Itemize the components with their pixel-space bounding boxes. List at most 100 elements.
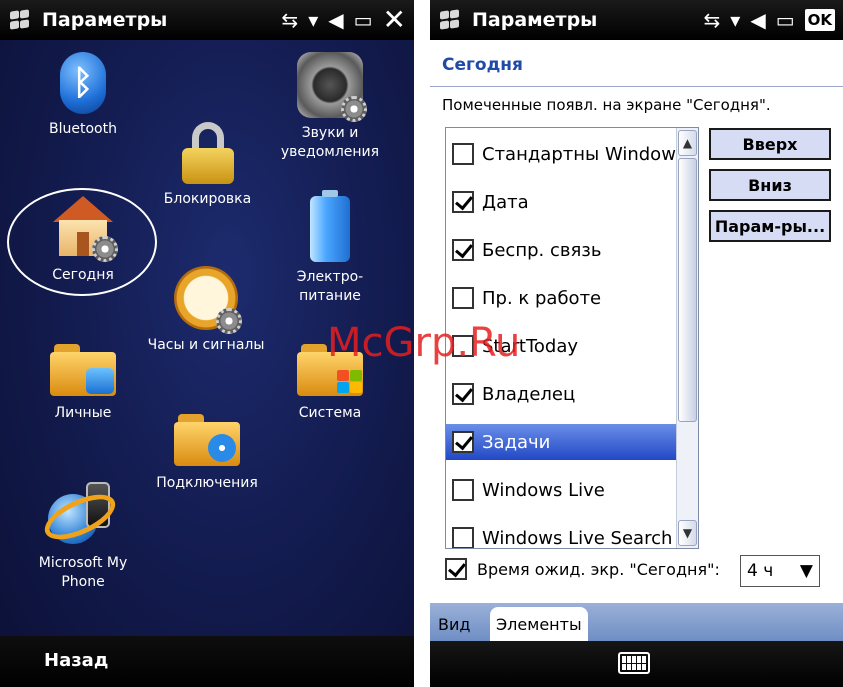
- softkey-bar: [430, 641, 843, 687]
- item-checkbox[interactable]: [452, 143, 474, 165]
- connectivity-icon[interactable]: ⇆: [281, 7, 298, 33]
- lock-item[interactable]: Блокировка: [155, 122, 260, 209]
- keyboard-icon[interactable]: [618, 652, 650, 674]
- item-checkbox[interactable]: [452, 239, 474, 261]
- signal-icon[interactable]: ▾: [308, 7, 318, 33]
- sounds-label-1: Звуки и: [301, 125, 359, 141]
- title-bar: Параметры ⇆ ▾ ◀ ▭ ✕: [0, 0, 414, 40]
- clock-item[interactable]: Часы и сигналы: [140, 266, 272, 355]
- timeout-row: Время ожид. экр. "Сегодня":: [445, 558, 720, 580]
- bluetooth-item[interactable]: ᛒ Bluetooth: [38, 52, 128, 139]
- title-bar: Параметры ⇆ ▾ ◀ ▭ OK: [430, 0, 843, 40]
- myphone-label-1: Microsoft My: [38, 555, 128, 571]
- power-item[interactable]: Электро- питание: [280, 190, 380, 306]
- item-checkbox[interactable]: [452, 383, 474, 405]
- personal-label: Личные: [54, 405, 112, 421]
- status-icons: ⇆ ▾ ◀ ▭ OK: [704, 7, 835, 33]
- list-item-label: Владелец: [482, 383, 576, 405]
- ok-button[interactable]: OK: [804, 9, 835, 31]
- window-title: Параметры: [42, 9, 168, 31]
- item-checkbox[interactable]: [452, 527, 474, 548]
- myphone-item[interactable]: Microsoft My Phone: [28, 482, 138, 592]
- scroll-down-icon[interactable]: ▼: [678, 520, 697, 546]
- page-title: Сегодня: [442, 55, 523, 75]
- item-checkbox[interactable]: [452, 191, 474, 213]
- list-item-label: Дата: [482, 191, 529, 213]
- system-label: Система: [298, 405, 362, 421]
- scroll-up-icon[interactable]: ▲: [678, 130, 697, 156]
- list-item-label: Задачи: [482, 431, 551, 453]
- today-item[interactable]: Сегодня: [38, 196, 128, 285]
- move-up-button[interactable]: Вверх: [709, 128, 831, 160]
- heading-divider: [430, 86, 843, 87]
- lock-icon: [181, 122, 234, 184]
- item-checkbox[interactable]: [452, 431, 474, 453]
- timeout-label: Время ожид. экр. "Сегодня":: [477, 559, 720, 579]
- volume-icon[interactable]: ◀: [328, 7, 343, 33]
- watermark: McGrp.Ru: [327, 320, 521, 366]
- list-item-label: Беспр. связь: [482, 239, 602, 261]
- list-item-label: Пр. к работе: [482, 287, 602, 309]
- power-label-2: питание: [299, 288, 361, 304]
- window-title: Параметры: [472, 9, 598, 31]
- windows-start-icon[interactable]: [10, 9, 32, 30]
- list-item-label: Windows Live: [482, 479, 605, 501]
- move-down-button[interactable]: Вниз: [709, 169, 831, 201]
- personal-item[interactable]: Личные: [38, 344, 128, 423]
- bluetooth-label: Bluetooth: [49, 121, 117, 137]
- tab-bar: Вид Элементы: [430, 603, 843, 641]
- sounds-item[interactable]: Звуки и уведомления: [270, 52, 390, 162]
- back-button[interactable]: Назад: [44, 650, 108, 671]
- chevron-down-icon: ▼: [799, 561, 813, 581]
- list-item[interactable]: Дата: [446, 184, 678, 220]
- gear-icon: [341, 96, 367, 122]
- timeout-select[interactable]: 4 ч ▼: [740, 555, 820, 587]
- tab-view[interactable]: Вид: [432, 607, 476, 641]
- timeout-checkbox[interactable]: [445, 558, 467, 580]
- power-label-1: Электро-: [296, 269, 364, 285]
- instruction-text: Помеченные появл. на экране "Сегодня".: [442, 96, 771, 114]
- list-item[interactable]: Беспр. связь: [446, 232, 678, 268]
- list-item[interactable]: Windows Live: [446, 472, 678, 508]
- tab-items[interactable]: Элементы: [490, 607, 588, 641]
- timeout-value: 4 ч: [747, 561, 774, 581]
- gear-icon: [92, 236, 118, 262]
- connections-folder-icon: [174, 414, 240, 466]
- list-item-label: Стандартны Window: [482, 143, 676, 165]
- speaker-icon: [297, 52, 367, 122]
- softkey-bar: Назад: [0, 636, 414, 687]
- battery-icon[interactable]: ▭: [776, 7, 795, 33]
- options-button[interactable]: Парам-ры...: [709, 210, 831, 242]
- sounds-label-2: уведомления: [280, 144, 380, 160]
- battery-icon[interactable]: ▭: [354, 7, 373, 33]
- windows-logo-icon: [335, 368, 363, 394]
- scroll-thumb[interactable]: [678, 158, 697, 422]
- home-icon: [50, 196, 118, 262]
- item-checkbox[interactable]: [452, 287, 474, 309]
- list-item[interactable]: Windows Live Search: [446, 520, 678, 549]
- windows-start-icon[interactable]: [440, 9, 462, 30]
- antenna-icon: [208, 434, 236, 462]
- clock-label: Часы и сигналы: [147, 337, 265, 353]
- list-item-label: Windows Live Search: [482, 527, 673, 549]
- list-item-selected[interactable]: Задачи: [446, 424, 678, 460]
- connections-label: Подключения: [156, 475, 258, 491]
- list-item[interactable]: Стандартны Window: [446, 136, 678, 172]
- item-checkbox[interactable]: [452, 479, 474, 501]
- battery-power-icon: [310, 190, 350, 262]
- volume-icon[interactable]: ◀: [750, 7, 765, 33]
- connectivity-icon[interactable]: ⇆: [704, 7, 721, 33]
- myphone-globe-icon: [38, 482, 122, 549]
- myphone-label-2: Phone: [61, 574, 105, 590]
- status-icons: ⇆ ▾ ◀ ▭ ✕: [281, 6, 406, 34]
- clock-icon: [174, 266, 242, 334]
- list-item[interactable]: Владелец: [446, 376, 678, 412]
- gear-icon: [216, 308, 242, 334]
- list-item[interactable]: Пр. к работе: [446, 280, 678, 316]
- close-icon[interactable]: ✕: [383, 6, 406, 34]
- list-scrollbar[interactable]: ▲ ▼: [676, 128, 698, 548]
- lock-label: Блокировка: [163, 191, 252, 207]
- signal-icon[interactable]: ▾: [730, 7, 740, 33]
- connections-item[interactable]: Подключения: [148, 414, 266, 493]
- bluetooth-icon: ᛒ: [60, 52, 106, 114]
